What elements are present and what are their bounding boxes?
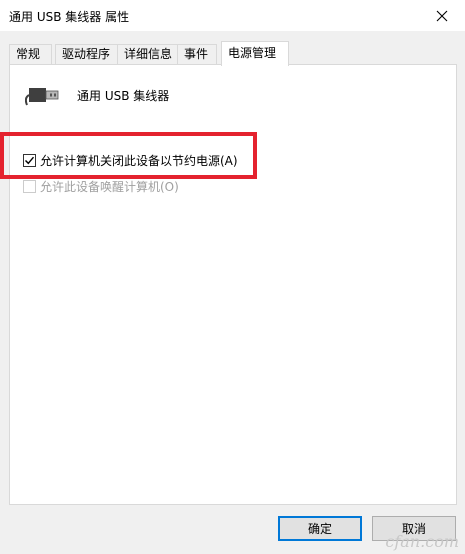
device-name: 通用 USB 集线器	[77, 89, 170, 103]
properties-dialog: 通用 USB 集线器 属性 常规 驱动程序 详细信息 事件 电源管理 通用 US…	[0, 0, 465, 554]
title-bar: 通用 USB 集线器 属性	[0, 0, 465, 31]
tab-driver[interactable]: 驱动程序	[55, 44, 119, 64]
tab-details[interactable]: 详细信息	[117, 44, 179, 64]
usb-plug-icon	[25, 88, 59, 106]
allow-wake-checkbox	[23, 180, 36, 193]
tab-strip: 常规 驱动程序 详细信息 事件 电源管理	[9, 41, 457, 66]
cancel-button[interactable]: 取消	[372, 516, 456, 541]
tab-events[interactable]: 事件	[177, 44, 217, 64]
allow-power-off-option[interactable]: 允许计算机关闭此设备以节约电源(A)	[23, 152, 238, 169]
ok-button[interactable]: 确定	[278, 516, 362, 541]
allow-power-off-label[interactable]: 允许计算机关闭此设备以节约电源(A)	[40, 152, 238, 169]
allow-wake-label: 允许此设备唤醒计算机(O)	[40, 180, 179, 194]
close-icon	[436, 10, 448, 21]
power-management-panel: 通用 USB 集线器 允许计算机关闭此设备以节约电源(A) 允许此设备唤醒计算机…	[9, 64, 457, 505]
allow-wake-option: 允许此设备唤醒计算机(O)	[23, 178, 179, 195]
allow-power-off-checkbox[interactable]	[23, 154, 36, 167]
close-button[interactable]	[419, 0, 465, 31]
tab-general[interactable]: 常规	[9, 44, 52, 64]
checkmark-icon	[25, 156, 35, 165]
tab-power-management[interactable]: 电源管理	[221, 41, 289, 66]
window-title: 通用 USB 集线器 属性	[9, 10, 130, 24]
